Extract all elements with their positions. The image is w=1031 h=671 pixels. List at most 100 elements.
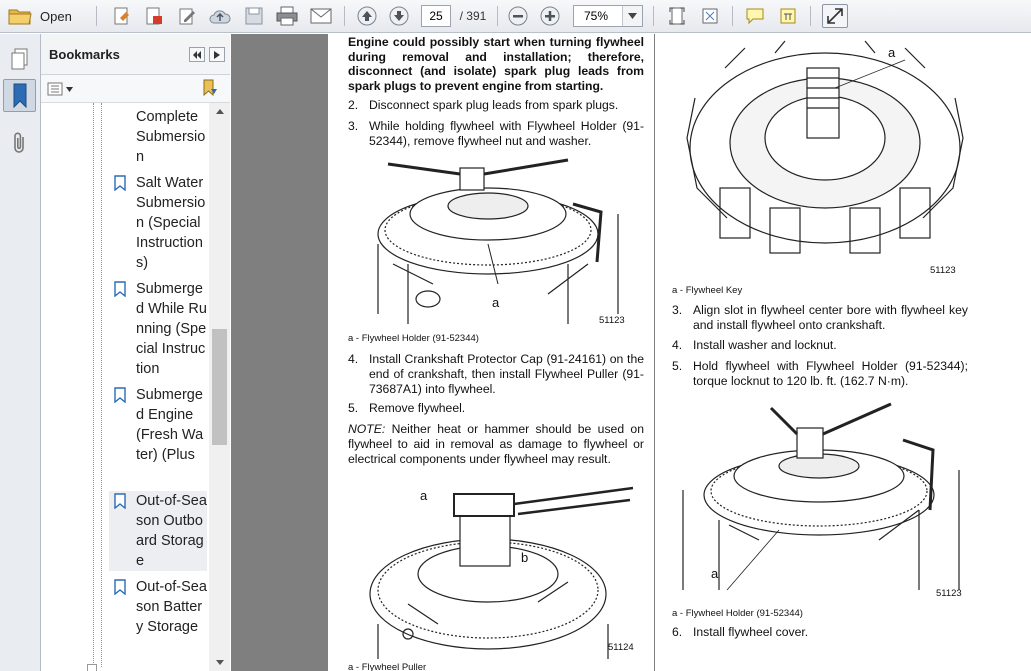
- flywheel-puller-illustration: [369, 486, 634, 659]
- step-number: 2.: [348, 98, 359, 112]
- create-pdf-button[interactable]: [110, 4, 134, 28]
- document-page-right: a 51123 a - Flywheel Key 3. Align slot i…: [655, 34, 1031, 671]
- scroll-down-arrow[interactable]: [209, 654, 230, 671]
- step-item: 5. Hold flywheel with Flywheel Holder (9…: [672, 359, 968, 389]
- save-icon: [245, 7, 263, 25]
- print-button[interactable]: [274, 4, 300, 28]
- edit-pdf-button[interactable]: [175, 4, 199, 28]
- chevron-right-icon: [214, 50, 220, 59]
- upload-button[interactable]: [208, 4, 232, 28]
- zoom-value: 75%: [584, 9, 609, 23]
- bookmark-item[interactable]: Submerged Engine (Fresh Water) (Plus: [109, 385, 207, 465]
- next-page-button[interactable]: [387, 4, 411, 28]
- document-page-left: Engine could possibly start when turning…: [328, 34, 654, 671]
- bookmark-item-selected[interactable]: Out-of-Season Outboard Storage: [109, 491, 207, 571]
- previous-page-button[interactable]: [355, 4, 379, 28]
- bookmarks-scrollbar[interactable]: [209, 103, 230, 671]
- figure-number: 51123: [930, 265, 956, 276]
- flywheel-key-illustration: [686, 40, 964, 254]
- step-number: 5.: [348, 401, 359, 415]
- page-thumbnails-button[interactable]: [3, 42, 36, 75]
- fullscreen-button[interactable]: [822, 4, 848, 28]
- bookmark-item[interactable]: Submerged While Running (Special Instruc…: [109, 279, 207, 379]
- fit-page-icon: [669, 7, 685, 25]
- comment-button[interactable]: [743, 4, 767, 28]
- scroll-up-arrow[interactable]: [209, 103, 230, 120]
- toolbar-divider: [810, 6, 811, 26]
- bookmark-item[interactable]: Complete Submersion: [109, 107, 207, 167]
- step-number: 6.: [672, 625, 683, 639]
- save-button[interactable]: [242, 4, 266, 28]
- open-button[interactable]: Open: [8, 4, 86, 28]
- tree-guide-line: [93, 103, 94, 671]
- figure-number: 51123: [599, 315, 625, 326]
- step-text: Remove flywheel.: [369, 401, 466, 415]
- bookmarks-tab-button[interactable]: [3, 79, 36, 112]
- figure-caption: a - Flywheel Puller: [348, 662, 427, 671]
- create-pdf-icon: [114, 7, 129, 25]
- attachments-button[interactable]: [3, 126, 36, 159]
- edit-pdf-icon: [179, 8, 195, 25]
- highlight-button[interactable]: [776, 4, 800, 28]
- bookmark-icon: [114, 281, 126, 303]
- email-button[interactable]: [308, 4, 334, 28]
- arrow-up-icon: [357, 6, 377, 26]
- warning-text: Engine could possibly start when turning…: [348, 35, 644, 93]
- zoom-select[interactable]: 75%: [573, 5, 643, 27]
- step-number: 3.: [672, 303, 683, 317]
- step-number: 4.: [672, 338, 683, 352]
- figure-number: 51124: [608, 642, 634, 653]
- expand-bookmark-button[interactable]: [201, 79, 221, 99]
- figure-caption: a - Flywheel Holder (91-52344): [672, 608, 803, 619]
- bookmark-label: Complete Submersion: [136, 109, 206, 165]
- callout-label: b: [521, 550, 529, 565]
- step-text: Install flywheel cover.: [693, 625, 809, 639]
- open-label: Open: [40, 8, 72, 24]
- step-number: 3.: [348, 119, 359, 133]
- scrollbar-thumb[interactable]: [212, 329, 227, 445]
- highlighter-icon: [780, 8, 796, 24]
- toolbar-divider: [653, 6, 654, 26]
- page-number-input[interactable]: 25: [421, 5, 451, 27]
- tree-guide-line: [101, 103, 102, 667]
- expand-panel-button[interactable]: [209, 47, 225, 62]
- folder-icon: [8, 9, 32, 25]
- bookmark-icon: [114, 579, 126, 601]
- step-item: 5. Remove flywheel.: [348, 401, 644, 416]
- step-text: While holding flywheel with Flywheel Hol…: [369, 119, 644, 148]
- step-item: 2. Disconnect spark plug leads from spar…: [348, 98, 644, 113]
- minus-circle-icon: [508, 6, 528, 26]
- fullscreen-icon: [827, 8, 843, 24]
- export-pdf-button[interactable]: [142, 4, 166, 28]
- figure-caption: a - Flywheel Holder (91-52344): [348, 333, 479, 344]
- printer-icon: [276, 6, 298, 26]
- note-paragraph: NOTE: Neither heat or hammer should be u…: [348, 422, 644, 467]
- zoom-out-button[interactable]: [506, 4, 530, 28]
- bookmark-item[interactable]: Out-of-Season Battery Storage: [109, 577, 207, 637]
- chevron-down-icon[interactable]: [622, 6, 642, 26]
- toolbar-divider: [732, 6, 733, 26]
- bookmark-tree: Complete Submersion Salt Water Submersio…: [41, 103, 209, 671]
- document-view[interactable]: Engine could possibly start when turning…: [231, 34, 1031, 671]
- tree-expander[interactable]: [87, 664, 97, 671]
- step-item: 4. Install washer and locknut.: [672, 338, 968, 353]
- collapse-panel-button[interactable]: [189, 47, 205, 62]
- chevron-down-icon: [66, 86, 73, 92]
- cloud-upload-icon: [209, 10, 231, 24]
- step-text: Disconnect spark plug leads from spark p…: [369, 98, 619, 112]
- flywheel-torque-illustration: [682, 402, 960, 591]
- bookmark-item[interactable]: Salt Water Submersion (Special Instructi…: [109, 173, 207, 273]
- zoom-in-button[interactable]: [538, 4, 562, 28]
- paperclip-icon: [13, 132, 24, 153]
- bookmark-ribbon-icon: [13, 83, 26, 108]
- step-text: Install washer and locknut.: [693, 338, 837, 352]
- step-item: 3. While holding flywheel with Flywheel …: [348, 119, 644, 149]
- step-item: 3. Align slot in flywheel center bore wi…: [672, 303, 968, 333]
- options-menu-button[interactable]: [47, 79, 75, 99]
- figure-number: 51123: [936, 588, 962, 599]
- double-chevron-left-icon: [193, 50, 201, 59]
- fit-width-button[interactable]: [698, 4, 722, 28]
- fit-page-button[interactable]: [665, 4, 689, 28]
- navigation-rail: [0, 34, 41, 671]
- export-pdf-icon: [146, 7, 162, 25]
